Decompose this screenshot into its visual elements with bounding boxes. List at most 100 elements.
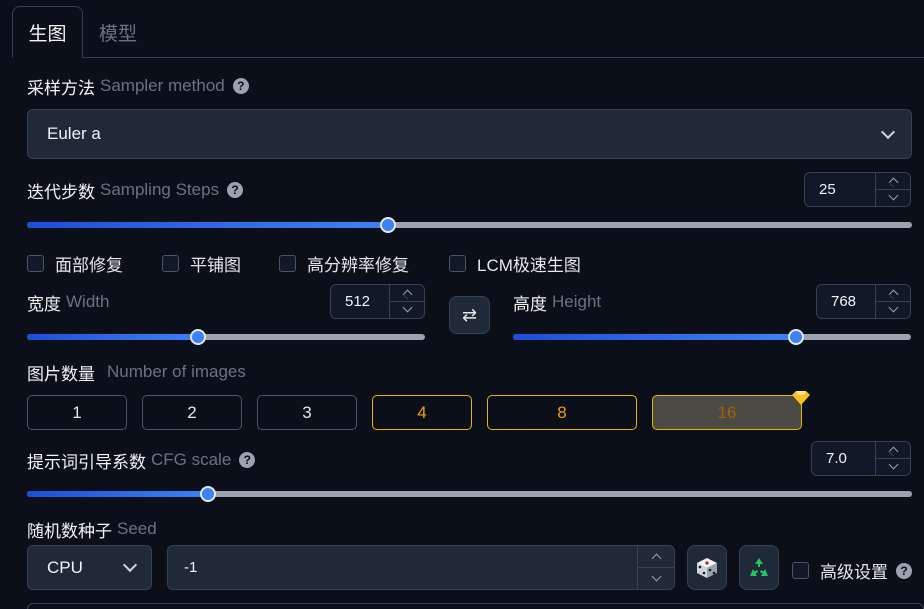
swap-icon: ⇄ [461, 304, 478, 325]
checkbox[interactable] [162, 255, 179, 272]
help-icon[interactable]: ? [232, 78, 249, 94]
seed-label-sub: Seed [117, 519, 157, 538]
height-label-text: 高度 [513, 294, 547, 314]
increment-button[interactable] [876, 442, 910, 459]
seed-device-value: CPU [47, 557, 83, 577]
help-icon[interactable]: ? [227, 182, 244, 198]
height-stepper [875, 285, 910, 318]
checkbox[interactable] [792, 562, 809, 579]
option-label: 面部修复 [55, 256, 123, 275]
sampler-label: 采样方法 Sampler method ? [27, 75, 249, 98]
caret-down-icon [402, 302, 412, 313]
caret-up-icon [651, 553, 661, 564]
reuse-seed-button[interactable] [739, 545, 779, 590]
caret-up-icon [402, 289, 412, 300]
random-seed-button[interactable] [687, 545, 727, 590]
sampler-select[interactable]: Euler a [27, 109, 912, 159]
increment-button[interactable] [876, 173, 910, 190]
width-slider[interactable] [27, 328, 425, 346]
cfg-slider[interactable] [27, 485, 912, 503]
steps-label-sub: Sampling Steps [100, 180, 220, 199]
chevron-down-icon [122, 557, 138, 573]
recycle-icon [750, 557, 768, 576]
cfg-label: 提示词引导系数 CFG scale ? [27, 449, 256, 472]
seed-device-select[interactable]: CPU [27, 545, 152, 590]
caret-up-icon [888, 177, 898, 188]
images-label-sub: Number of images [107, 362, 246, 381]
option-label: 平铺图 [190, 256, 241, 275]
caret-down-icon [888, 190, 898, 201]
image-count-8[interactable]: 8 [487, 395, 637, 430]
increment-button[interactable] [390, 285, 424, 302]
image-count-4[interactable]: 4 [372, 395, 472, 430]
caret-up-icon [888, 289, 898, 300]
increment-button[interactable] [638, 546, 674, 568]
image-count-3[interactable]: 3 [257, 395, 357, 430]
option-face-restore[interactable]: 面部修复 [27, 251, 123, 276]
cfg-stepper [875, 442, 910, 475]
checkbox[interactable] [279, 255, 296, 272]
option-lcm[interactable]: LCM极速生图 [449, 251, 581, 276]
sampler-value: Euler a [47, 124, 101, 143]
checkbox[interactable] [27, 255, 44, 272]
tab-model[interactable]: 模型 [96, 6, 140, 58]
seed-label: 随机数种子 Seed [27, 518, 157, 541]
option-hires-fix[interactable]: 高分辨率修复 [279, 251, 409, 276]
tab-generate[interactable]: 生图 [12, 6, 83, 58]
seed-input[interactable]: -1 [167, 545, 675, 590]
increment-button[interactable] [876, 285, 910, 302]
steps-label-text: 迭代步数 [27, 182, 95, 202]
caret-down-icon [888, 459, 898, 470]
steps-value: 25 [819, 181, 836, 198]
advanced-settings-toggle[interactable]: 高级设置 ? [792, 558, 912, 583]
width-input[interactable]: 512 [330, 284, 425, 319]
steps-input[interactable]: 25 [804, 172, 911, 207]
steps-stepper [875, 173, 910, 206]
option-tiling[interactable]: 平铺图 [162, 251, 241, 276]
help-icon[interactable]: ? [239, 452, 256, 468]
decrement-button[interactable] [876, 302, 910, 319]
decrement-button[interactable] [638, 568, 674, 590]
option-label: 高分辨率修复 [307, 256, 409, 275]
slider-fill [513, 334, 796, 340]
tab-bar: 生图 模型 [0, 0, 924, 58]
height-input[interactable]: 768 [816, 284, 911, 319]
width-stepper [389, 285, 424, 318]
sampler-label-text: 采样方法 [27, 78, 95, 98]
caret-up-icon [888, 446, 898, 457]
images-label: 图片数量 Number of images [27, 361, 246, 384]
decrement-button[interactable] [876, 190, 910, 207]
dice-icon [697, 557, 717, 578]
steps-slider[interactable] [27, 216, 912, 234]
height-value: 768 [831, 293, 857, 310]
chevron-down-icon [880, 124, 896, 140]
images-label-text: 图片数量 [27, 364, 95, 384]
height-label: 高度 Height [513, 291, 601, 314]
slider-thumb[interactable] [190, 329, 207, 345]
height-slider[interactable] [513, 328, 911, 346]
width-label-text: 宽度 [27, 294, 61, 314]
cfg-label-text: 提示词引导系数 [27, 452, 146, 472]
help-icon[interactable]: ? [896, 562, 912, 579]
sampler-label-sub: Sampler method [100, 76, 225, 95]
decrement-button[interactable] [390, 302, 424, 319]
slider-thumb[interactable] [787, 329, 804, 345]
option-label: LCM极速生图 [477, 256, 581, 275]
slider-fill [27, 491, 209, 497]
slider-thumb[interactable] [200, 486, 217, 502]
diamond-icon [792, 391, 810, 405]
swap-dimensions-button[interactable]: ⇄ [449, 296, 490, 334]
slider-thumb[interactable] [380, 217, 397, 233]
image-count-16[interactable]: 16 [652, 395, 802, 430]
steps-label: 迭代步数 Sampling Steps ? [27, 179, 244, 202]
slider-fill [27, 334, 199, 340]
advanced-settings-label: 高级设置 [820, 563, 888, 582]
image-count-1[interactable]: 1 [27, 395, 127, 430]
checkbox[interactable] [449, 255, 466, 272]
cfg-input[interactable]: 7.0 [811, 441, 911, 476]
image-count-2[interactable]: 2 [142, 395, 242, 430]
tab-divider [82, 57, 924, 58]
decrement-button[interactable] [876, 459, 910, 476]
width-label: 宽度 Width [27, 291, 109, 314]
slider-fill [27, 222, 389, 228]
